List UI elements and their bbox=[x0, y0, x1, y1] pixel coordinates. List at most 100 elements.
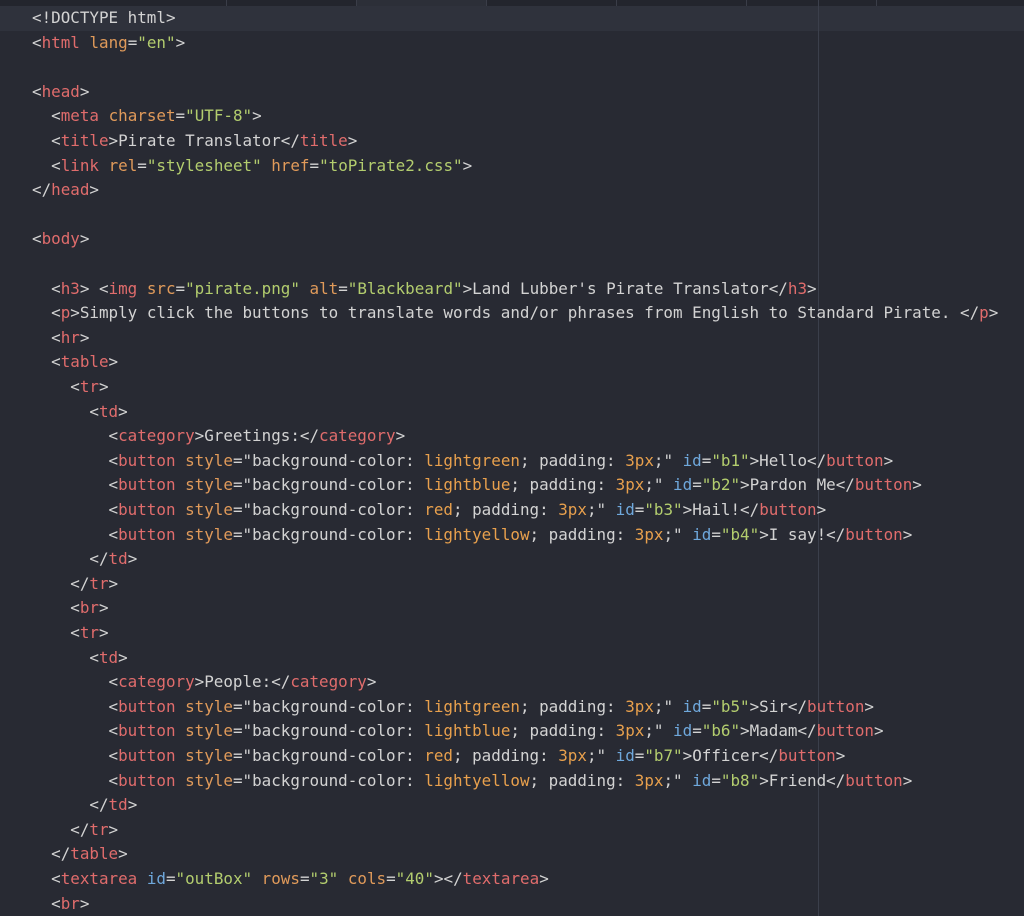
code-token: button bbox=[826, 451, 883, 470]
code-token: id bbox=[616, 746, 635, 765]
code-line[interactable]: </td> bbox=[32, 547, 137, 572]
code-line[interactable]: <category>Greetings:</category> bbox=[32, 424, 405, 449]
code-line[interactable]: <button style="background-color: lightbl… bbox=[32, 473, 922, 498]
code-line[interactable]: <button style="background-color: lightye… bbox=[32, 769, 912, 794]
code-line[interactable]: <br> bbox=[32, 596, 109, 621]
code-line[interactable]: <br> bbox=[32, 892, 89, 916]
code-line[interactable]: <td> bbox=[32, 646, 128, 671]
code-line[interactable]: <category>People:</category> bbox=[32, 670, 376, 695]
code-line[interactable]: <head> bbox=[32, 80, 89, 105]
code-line[interactable]: <button style="background-color: red; pa… bbox=[32, 744, 845, 769]
code-token: < bbox=[32, 402, 99, 421]
code-editor[interactable]: <!DOCTYPE html><html lang="en"><head> <m… bbox=[0, 0, 1024, 916]
code-token: button bbox=[118, 721, 175, 740]
code-line[interactable]: </head> bbox=[32, 178, 99, 203]
code-line[interactable]: </tr> bbox=[32, 572, 118, 597]
code-line[interactable]: <button style="background-color: lightgr… bbox=[32, 695, 874, 720]
code-token: "b7" bbox=[644, 746, 682, 765]
code-token: style bbox=[185, 475, 233, 494]
code-line[interactable]: <tr> bbox=[32, 621, 109, 646]
code-token: > bbox=[912, 475, 922, 494]
code-token: "3" bbox=[310, 869, 339, 888]
code-token: < bbox=[32, 869, 61, 888]
code-token: "b1" bbox=[711, 451, 749, 470]
code-token bbox=[300, 279, 310, 298]
code-token: ; padding: bbox=[510, 475, 615, 494]
code-token: >Greetings:</ bbox=[195, 426, 319, 445]
code-token: body bbox=[42, 229, 80, 248]
code-token: button bbox=[118, 451, 175, 470]
code-token: lightgreen bbox=[424, 451, 520, 470]
code-token: "outBox" bbox=[176, 869, 253, 888]
code-line[interactable]: <!DOCTYPE html> bbox=[32, 6, 176, 31]
code-token: "stylesheet" bbox=[147, 156, 262, 175]
code-token bbox=[176, 697, 186, 716]
code-line[interactable]: <button style="background-color: lightgr… bbox=[32, 449, 893, 474]
code-token: button bbox=[855, 475, 912, 494]
code-token: ;" bbox=[587, 500, 616, 519]
code-token: button bbox=[118, 475, 175, 494]
code-token: style bbox=[185, 746, 233, 765]
code-token: ; padding: bbox=[530, 771, 635, 790]
code-token: "b4" bbox=[721, 525, 759, 544]
code-token: 3px bbox=[558, 500, 587, 519]
code-line[interactable]: <p>Simply click the buttons to translate… bbox=[32, 301, 998, 326]
code-token: > bbox=[252, 106, 262, 125]
code-line[interactable]: <table> bbox=[32, 350, 118, 375]
code-token: < bbox=[32, 426, 118, 445]
code-token bbox=[176, 475, 186, 494]
code-line[interactable]: <button style="background-color: red; pa… bbox=[32, 498, 826, 523]
code-token: = bbox=[176, 279, 186, 298]
code-token: style bbox=[185, 771, 233, 790]
code-token: > < bbox=[80, 279, 109, 298]
code-token: < bbox=[32, 623, 80, 642]
code-line[interactable]: <button style="background-color: lightye… bbox=[32, 523, 912, 548]
code-line[interactable]: <title>Pirate Translator</title> bbox=[32, 129, 357, 154]
code-token: id bbox=[673, 475, 692, 494]
code-token: >Friend</ bbox=[759, 771, 845, 790]
code-token: > bbox=[396, 426, 406, 445]
code-token: img bbox=[109, 279, 138, 298]
code-token: < bbox=[32, 131, 61, 150]
code-line[interactable]: <link rel="stylesheet" href="toPirate2.c… bbox=[32, 154, 472, 179]
code-token: "40" bbox=[396, 869, 434, 888]
code-token: style bbox=[185, 721, 233, 740]
code-token bbox=[176, 525, 186, 544]
code-line[interactable]: </table> bbox=[32, 842, 128, 867]
code-token: </ bbox=[32, 574, 89, 593]
code-token: button bbox=[759, 500, 816, 519]
code-line[interactable]: <hr> bbox=[32, 326, 89, 351]
code-token: ;" bbox=[663, 525, 692, 544]
code-line[interactable]: <tr> bbox=[32, 375, 109, 400]
code-token: button bbox=[118, 697, 175, 716]
code-token: > bbox=[874, 721, 884, 740]
code-token: title bbox=[300, 131, 348, 150]
code-token: src bbox=[147, 279, 176, 298]
code-line[interactable]: <button style="background-color: lightbl… bbox=[32, 719, 884, 744]
code-token: < bbox=[32, 672, 118, 691]
code-line[interactable]: <meta charset="UTF-8"> bbox=[32, 104, 262, 129]
code-token: > bbox=[463, 156, 473, 175]
code-line[interactable]: <td> bbox=[32, 400, 128, 425]
code-token: > bbox=[80, 82, 90, 101]
code-line[interactable]: <html lang="en"> bbox=[32, 31, 185, 56]
code-token: > bbox=[80, 894, 90, 913]
code-token: = bbox=[128, 33, 138, 52]
code-line[interactable]: <h3> <img src="pirate.png" alt="Blackbea… bbox=[32, 277, 817, 302]
code-token: >People:</ bbox=[195, 672, 291, 691]
code-line[interactable]: <textarea id="outBox" rows="3" cols="40"… bbox=[32, 867, 549, 892]
code-token: >Pirate Translator</ bbox=[109, 131, 300, 150]
code-token: > bbox=[903, 771, 913, 790]
code-line[interactable]: </td> bbox=[32, 793, 137, 818]
code-token: id bbox=[616, 500, 635, 519]
code-token: > bbox=[884, 451, 894, 470]
code-token: = bbox=[166, 869, 176, 888]
code-token: < bbox=[32, 106, 61, 125]
code-token bbox=[137, 869, 147, 888]
code-line[interactable]: <body> bbox=[32, 227, 89, 252]
code-token: ="background-color: bbox=[233, 697, 424, 716]
code-token: style bbox=[185, 451, 233, 470]
code-token: href bbox=[271, 156, 309, 175]
code-line[interactable]: </tr> bbox=[32, 818, 118, 843]
code-token: head bbox=[42, 82, 80, 101]
